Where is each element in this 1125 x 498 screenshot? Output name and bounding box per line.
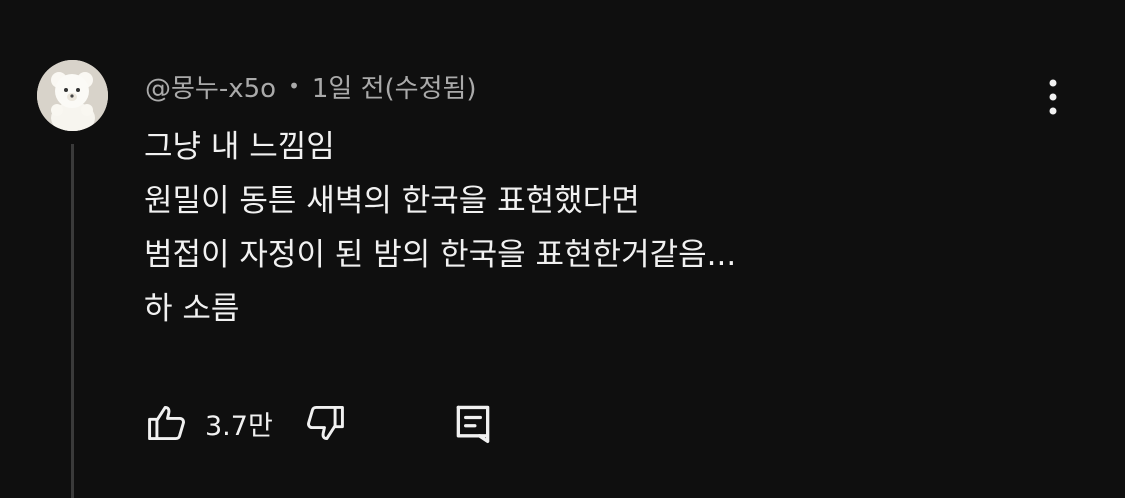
reply-button[interactable] (451, 401, 495, 445)
more-options-button[interactable] (1036, 74, 1070, 120)
dislike-button[interactable] (303, 401, 347, 445)
comment-header: @몽누-x5o • 1일 전(수정됨) (145, 66, 477, 106)
avatar[interactable] (37, 60, 108, 131)
reply-icon (456, 405, 490, 443)
comment-line: 범접이 자정이 된 밤의 한국을 표현한거같음... (144, 237, 737, 273)
comment-actions: 3.7만 (145, 400, 495, 446)
timestamp[interactable]: 1일 전(수정됨) (312, 68, 477, 105)
thread-line (71, 144, 74, 498)
comment-line: 원밀이 동튼 새벽의 한국을 표현했다면 (144, 183, 640, 219)
author-name[interactable]: @몽누-x5o (145, 68, 276, 105)
comment-line: 하 소름 (144, 291, 240, 327)
comment-line: 그냥 내 느낌임 (144, 129, 335, 165)
like-button[interactable] (145, 401, 189, 445)
teddy-bear-icon (37, 60, 108, 131)
comment-body: 그냥 내 느낌임 원밀이 동튼 새벽의 한국을 표현했다면 범접이 자정이 된 … (144, 120, 1004, 336)
like-count: 3.7만 (205, 410, 273, 442)
thumbs-up-icon (148, 405, 185, 441)
more-vertical-icon (1049, 79, 1057, 115)
thumbs-down-icon (306, 405, 344, 441)
separator-dot: • (288, 74, 300, 98)
